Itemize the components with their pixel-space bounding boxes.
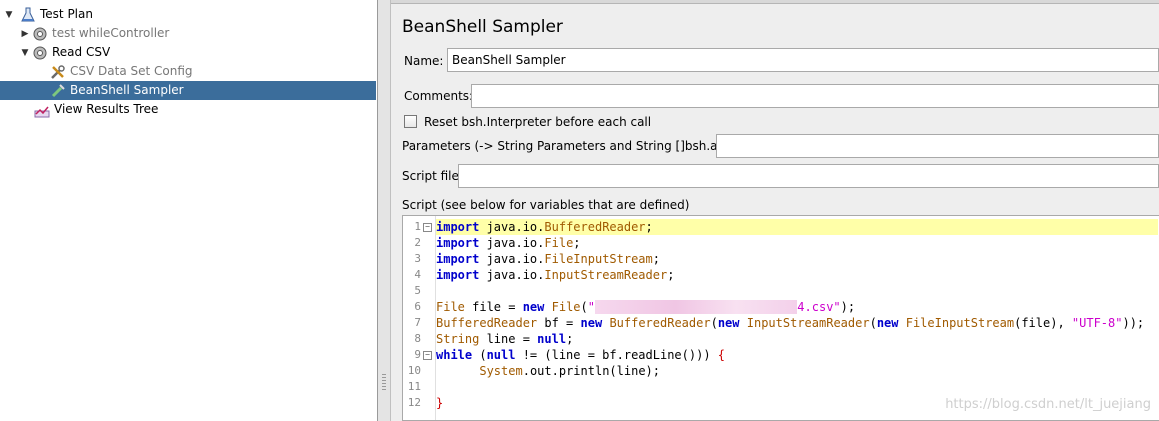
line-number: 6 <box>414 300 421 313</box>
gear-icon <box>33 27 47 40</box>
tree-item-view-results-tree[interactable]: View Results Tree <box>34 100 158 119</box>
line-number: 4 <box>414 268 421 281</box>
pipette-icon <box>51 83 65 97</box>
name-field[interactable] <box>447 48 1159 72</box>
wrench-icon <box>51 64 65 79</box>
line-number: 3 <box>414 252 421 265</box>
splitter-grip-icon[interactable] <box>382 374 386 392</box>
sampler-panel: BeanShell Sampler Name: Comments: Reset … <box>391 0 1159 421</box>
flask-icon <box>21 7 35 21</box>
tree-item-label: test whileController <box>52 26 170 40</box>
code-line: String line = null; <box>436 332 574 346</box>
tree-item-test-plan[interactable]: ▼ Test Plan <box>4 5 93 24</box>
line-number: 7 <box>414 316 421 329</box>
expand-toggle-icon[interactable]: ▶ <box>20 29 30 39</box>
line-number: 9 <box>414 348 421 361</box>
script-label: Script (see below for variables that are… <box>402 198 690 212</box>
tree-item-read-csv[interactable]: ▼ Read CSV <box>20 43 110 62</box>
tree-item-label: BeanShell Sampler <box>70 83 184 97</box>
line-number: 10 <box>407 364 421 377</box>
tree-item-beanshell-sampler[interactable]: BeanShell Sampler <box>0 81 376 100</box>
chart-icon <box>34 106 50 117</box>
reset-interpreter-label: Reset bsh.Interpreter before each call <box>424 115 652 129</box>
parameters-field[interactable] <box>716 134 1159 158</box>
collapse-toggle-icon[interactable]: ▼ <box>4 10 14 20</box>
comments-label: Comments: <box>404 89 474 103</box>
script-file-field[interactable] <box>458 164 1159 188</box>
tree-item-label: Read CSV <box>52 45 111 59</box>
line-number: 1 <box>414 220 421 233</box>
script-editor[interactable]: 1 2 3 4 5 6 7 8 9 10 11 12 − − import ja… <box>402 215 1159 421</box>
tree-item-while-controller[interactable]: ▶ test whileController <box>20 24 169 43</box>
code-line: import java.io.BufferedReader; <box>436 219 1158 235</box>
code-line: BufferedReader bf = new BufferedReader(n… <box>436 316 1145 330</box>
line-number-gutter: 1 2 3 4 5 6 7 8 9 10 11 12 − − <box>403 216 436 420</box>
fold-toggle-icon[interactable]: − <box>423 351 432 360</box>
code-line: System.out.println(line); <box>479 364 660 378</box>
line-number: 5 <box>414 284 421 297</box>
line-number: 12 <box>407 396 421 409</box>
code-line: import java.io.InputStreamReader; <box>436 268 675 282</box>
script-file-label: Script file <box>402 169 459 183</box>
line-number: 11 <box>407 380 421 393</box>
parameters-label: Parameters (-> String Parameters and Str… <box>402 139 741 153</box>
tree-item-csv-data-set-config[interactable]: CSV Data Set Config <box>50 62 193 81</box>
fold-toggle-icon[interactable]: − <box>423 223 432 232</box>
code-line: File file = new File("C:/Users/xxxxxxxxx… <box>436 300 856 314</box>
comments-field[interactable] <box>471 84 1159 108</box>
top-divider <box>391 0 1159 4</box>
page-title: BeanShell Sampler <box>402 17 563 37</box>
reset-interpreter-checkbox[interactable] <box>404 115 417 128</box>
panel-splitter[interactable] <box>378 0 391 421</box>
line-number: 2 <box>414 236 421 249</box>
gear-icon <box>33 46 47 59</box>
name-label: Name: <box>404 54 444 68</box>
code-line: import java.io.FileInputStream; <box>436 252 660 266</box>
tree-item-label: CSV Data Set Config <box>70 64 193 78</box>
collapse-toggle-icon[interactable]: ▼ <box>20 48 30 58</box>
code-line: while (null != (line = bf.readLine())) { <box>436 348 726 362</box>
watermark: https://blog.csdn.net/lt_juejiang <box>945 397 1151 412</box>
line-number: 8 <box>414 332 421 345</box>
tree-item-label: Test Plan <box>40 7 93 21</box>
tree-item-label: View Results Tree <box>54 102 159 116</box>
test-plan-tree[interactable]: ▼ Test Plan ▶ test whileController ▼ Rea… <box>0 0 378 421</box>
code-line: import java.io.File; <box>436 236 581 250</box>
redacted-path: C:/Users/xxxxxxxxx/xxxxxx/xx <box>595 300 798 314</box>
